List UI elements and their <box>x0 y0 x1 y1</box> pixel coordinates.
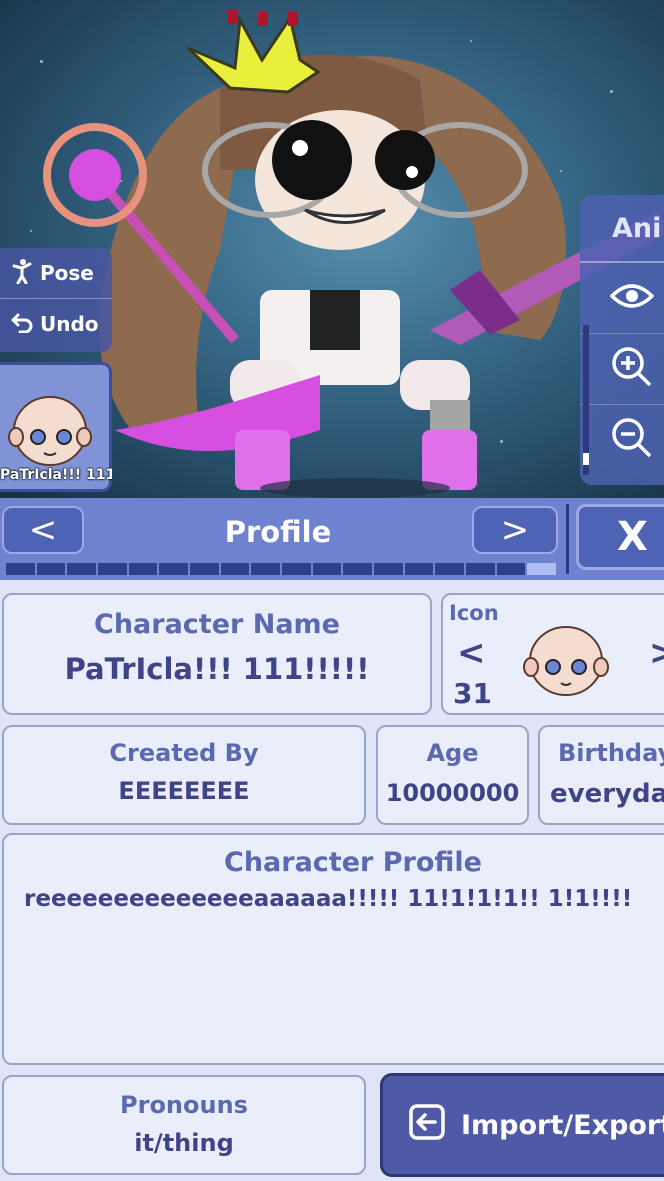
pose-label: Pose <box>40 261 94 285</box>
age-label: Age <box>426 739 479 767</box>
progress-segment <box>282 563 311 575</box>
progress-segment <box>98 563 127 575</box>
created-by-value: EEEEEEEE <box>118 777 250 805</box>
visibility-toggle[interactable] <box>580 263 664 334</box>
header-divider <box>566 504 569 574</box>
import-export-button[interactable]: Import/Export <box>380 1073 664 1177</box>
pronouns-value: it/thing <box>134 1129 234 1157</box>
import-export-label: Import/Export <box>461 1109 664 1141</box>
icon-next-button[interactable]: > <box>649 633 664 673</box>
undo-label: Undo <box>40 312 99 336</box>
progress-segment <box>6 563 35 575</box>
eye-icon <box>609 281 655 315</box>
birthday-value: everyday <box>550 779 664 809</box>
progress-segment <box>496 563 526 575</box>
undo-icon <box>10 311 34 338</box>
character-name-label: Character Name <box>94 609 340 640</box>
icon-prev-button[interactable]: < <box>457 633 486 673</box>
view-controls-panel: Ani <box>580 195 664 485</box>
created-by-label: Created By <box>109 739 259 767</box>
next-page-button[interactable]: > <box>472 506 558 554</box>
icon-picker: Icon < 31 > <box>441 593 664 715</box>
zoom-in-icon <box>610 345 654 393</box>
icon-label: Icon <box>449 601 499 625</box>
progress-segment <box>67 563 97 575</box>
birthday-field[interactable]: Birthday everyday <box>538 725 664 825</box>
age-value: 10000000 <box>385 779 520 807</box>
zoom-out-icon <box>610 416 654 464</box>
icon-number: 31 <box>453 677 492 710</box>
zoom-out-button[interactable] <box>580 405 664 475</box>
progress-segment <box>159 563 189 575</box>
zoom-scrollbar-thumb[interactable] <box>583 453 589 465</box>
progress-segment <box>312 563 342 575</box>
undo-button[interactable]: Undo <box>0 298 112 349</box>
progress-segment <box>220 563 250 575</box>
progress-segment <box>527 563 557 575</box>
page-title: Profile <box>224 515 332 549</box>
page-progress-bar <box>6 563 557 575</box>
birthday-label: Birthday <box>558 739 664 767</box>
prev-page-button[interactable]: < <box>2 506 84 554</box>
character-name-value: PaTrIcla!!! 111!!!!! <box>64 652 370 686</box>
character-profile-label: Character Profile <box>224 847 482 878</box>
character-slot-label: PaTrIcla!!! 111 <box>0 467 112 483</box>
progress-segment <box>36 563 66 575</box>
animation-tab[interactable]: Ani <box>580 195 664 263</box>
progress-segment <box>404 563 434 575</box>
character-profile-field[interactable]: Character Profile reeeeeeeeeeeeeeaaaaaa!… <box>2 833 664 1065</box>
character-slot[interactable]: PaTrIcla!!! 111 <box>0 362 112 492</box>
import-icon <box>407 1102 447 1149</box>
character-avatar <box>8 396 92 466</box>
progress-segment <box>435 563 465 575</box>
character-name-field[interactable]: Character Name PaTrIcla!!! 111!!!!! <box>2 593 432 715</box>
progress-segment <box>128 563 158 575</box>
pronouns-label: Pronouns <box>120 1091 248 1119</box>
zoom-in-button[interactable] <box>580 334 664 405</box>
pronouns-field[interactable]: Pronouns it/thing <box>2 1075 366 1175</box>
character-stage[interactable]: Pose Undo PaTrIcla!!! 111 Ani <box>0 0 664 500</box>
close-button[interactable]: X <box>576 504 664 570</box>
age-field[interactable]: Age 10000000 <box>376 725 529 825</box>
progress-segment <box>374 563 403 575</box>
progress-segment <box>466 563 495 575</box>
pose-button[interactable]: Pose <box>0 248 112 298</box>
icon-preview <box>523 626 609 696</box>
created-by-field[interactable]: Created By EEEEEEEE <box>2 725 366 825</box>
pose-icon <box>10 258 34 289</box>
progress-segment <box>343 563 373 575</box>
progress-segment <box>251 563 281 575</box>
quick-actions-panel: Pose Undo <box>0 248 112 352</box>
character-profile-value: reeeeeeeeeeeeeeaaaaaa!!!!! 11!1!1!1!! 1!… <box>24 886 633 912</box>
progress-segment <box>190 563 219 575</box>
